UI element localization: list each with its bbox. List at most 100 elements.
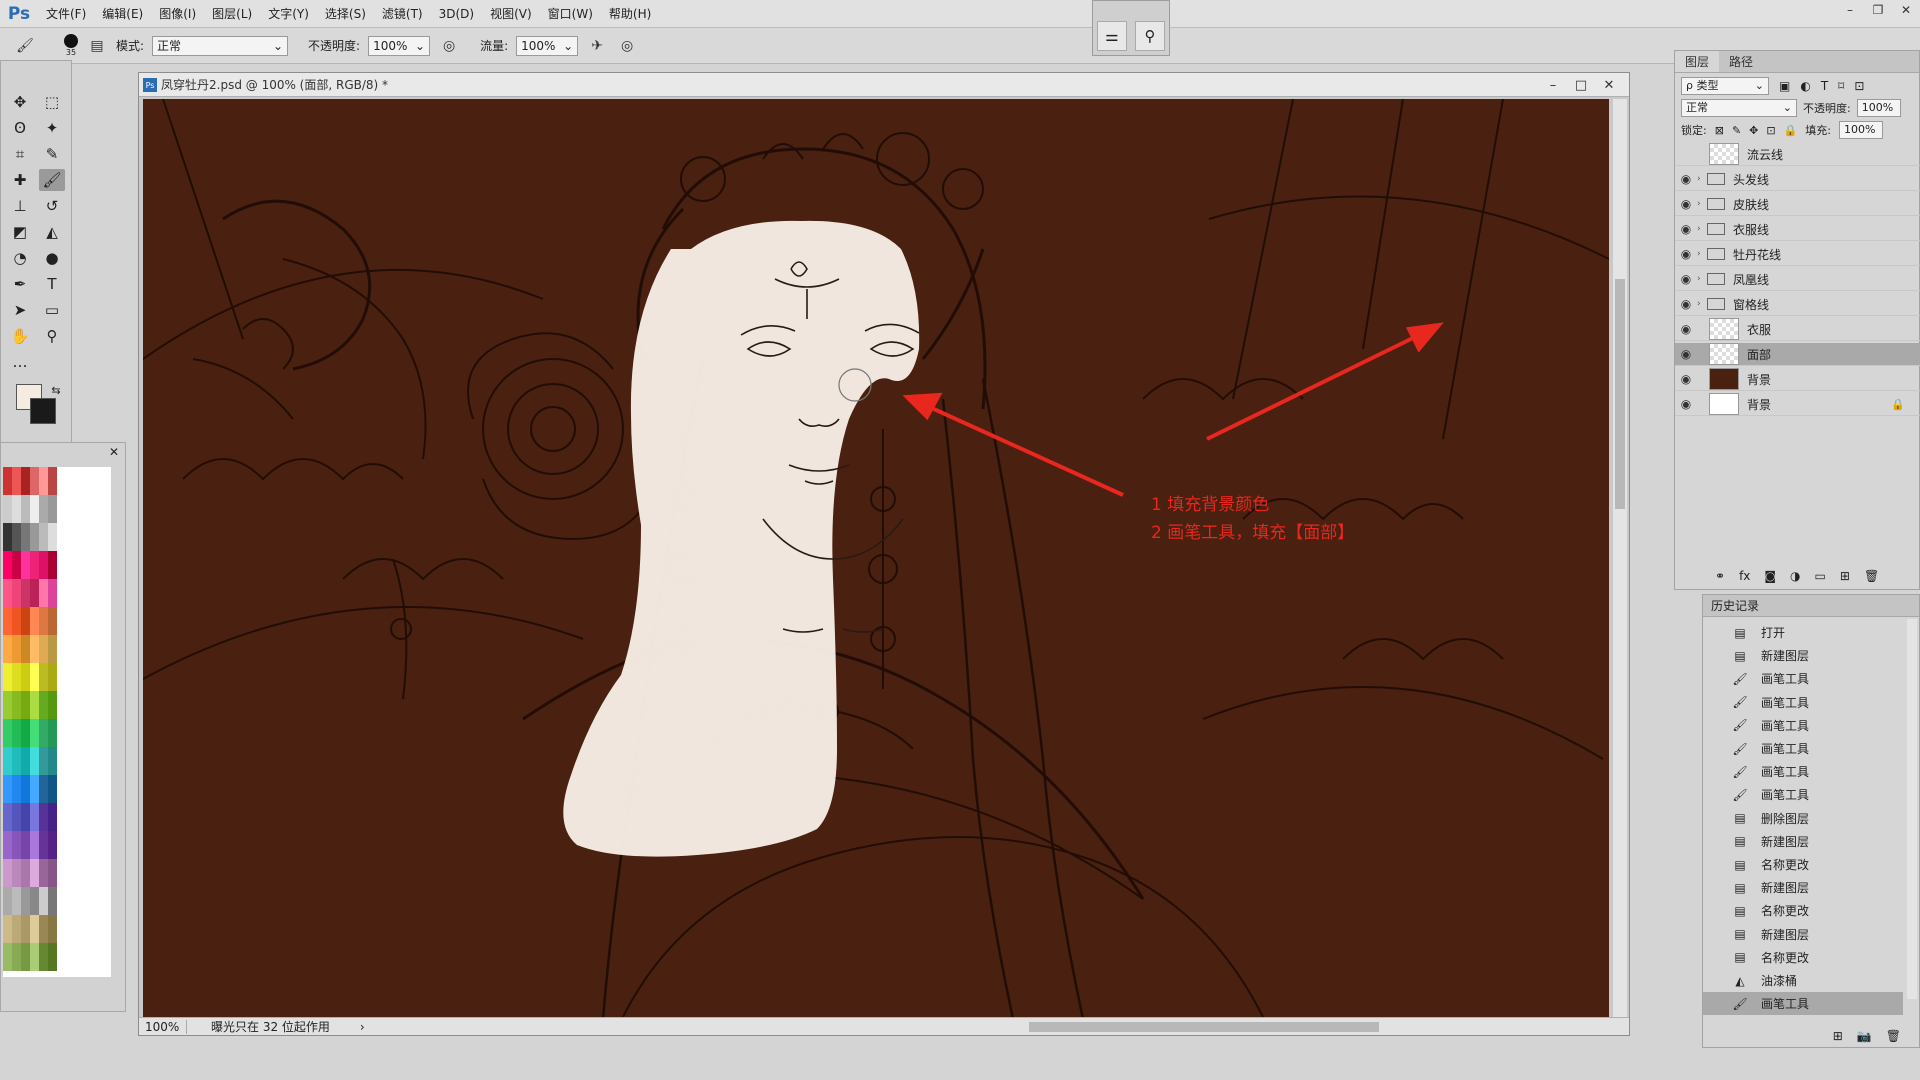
pressure-size-icon[interactable]: ◎ xyxy=(616,35,638,57)
color-swatch[interactable] xyxy=(48,803,57,831)
color-swatch[interactable] xyxy=(3,691,12,719)
color-swatch[interactable] xyxy=(3,775,12,803)
color-swatch[interactable] xyxy=(48,747,57,775)
expand-arrow-icon[interactable]: › xyxy=(1697,224,1707,234)
color-swatch[interactable] xyxy=(3,551,12,579)
expand-arrow-icon[interactable]: › xyxy=(1697,299,1707,309)
color-swatch[interactable] xyxy=(21,943,30,971)
layer-filter-select[interactable]: ρ 类型 ⌄ xyxy=(1681,77,1769,95)
layer-row[interactable]: ◉ › 窗格线 xyxy=(1675,293,1920,316)
color-swatch[interactable] xyxy=(21,859,30,887)
color-swatch[interactable] xyxy=(30,607,39,635)
type-filter-icon[interactable]: T xyxy=(1821,79,1828,93)
zoom-tool-icon[interactable]: ⚲ xyxy=(39,325,65,347)
color-swatch[interactable] xyxy=(39,495,48,523)
history-brush-icon[interactable]: ↺ xyxy=(39,195,65,217)
color-swatch[interactable] xyxy=(48,523,57,551)
color-swatch[interactable] xyxy=(21,747,30,775)
document-tab[interactable]: Ps 凤穿牡丹2.psd @ 100% (面部, RGB/8) * – □ ✕ xyxy=(139,73,1629,97)
color-swatch[interactable] xyxy=(39,943,48,971)
brush-tool-icon[interactable]: 🖌 xyxy=(39,169,65,191)
color-swatch[interactable] xyxy=(39,775,48,803)
color-swatch[interactable] xyxy=(48,943,57,971)
adjustment-filter-icon[interactable]: ◐ xyxy=(1800,79,1810,93)
stamp-tool-icon[interactable]: ⊥ xyxy=(7,195,33,217)
history-item[interactable]: 🖌 画笔工具 xyxy=(1703,691,1903,714)
color-swatch[interactable] xyxy=(3,831,12,859)
color-swatch[interactable] xyxy=(12,775,21,803)
color-swatch[interactable] xyxy=(30,719,39,747)
rectangle-tool-icon[interactable]: ▭ xyxy=(39,299,65,321)
color-swatch[interactable] xyxy=(48,663,57,691)
shape-filter-icon[interactable]: ⌑ xyxy=(1838,79,1844,93)
color-swatch[interactable] xyxy=(12,831,21,859)
color-swatch[interactable] xyxy=(39,915,48,943)
color-swatch[interactable] xyxy=(30,747,39,775)
airbrush-icon[interactable]: ✈ xyxy=(586,35,608,57)
history-item[interactable]: 🖌 画笔工具 xyxy=(1703,783,1903,806)
link-layers-icon[interactable]: ⚭ xyxy=(1715,569,1725,583)
color-swatch[interactable] xyxy=(12,887,21,915)
snapshot-icon[interactable]: 📷 xyxy=(1857,1029,1872,1043)
lasso-tool-icon[interactable]: ʘ xyxy=(7,117,33,139)
color-swatch[interactable] xyxy=(39,747,48,775)
type-tool-icon[interactable]: T xyxy=(39,273,65,295)
lock-all-icon[interactable]: 🔒 xyxy=(1784,124,1798,137)
menu-item-4[interactable]: 文字(Y) xyxy=(260,0,317,28)
marquee-tool-icon[interactable]: ⬚ xyxy=(39,91,65,113)
smart-object-filter-icon[interactable]: ⊡ xyxy=(1854,79,1864,93)
color-swatch[interactable] xyxy=(12,859,21,887)
color-swatch[interactable] xyxy=(12,467,21,495)
trash-icon[interactable]: 🗑 xyxy=(1864,569,1879,583)
close-icon[interactable]: ✕ xyxy=(109,445,119,459)
color-swatch[interactable] xyxy=(48,635,57,663)
eyedropper-icon[interactable]: ✎ xyxy=(39,143,65,165)
history-item[interactable]: ▤ 新建图层 xyxy=(1703,644,1903,667)
color-swatch[interactable] xyxy=(39,719,48,747)
minimize-icon[interactable]: – xyxy=(1541,75,1565,95)
new-document-from-state-icon[interactable]: ⊞ xyxy=(1833,1029,1843,1043)
color-swatch[interactable] xyxy=(12,495,21,523)
visibility-eye-icon[interactable]: ◉ xyxy=(1675,322,1697,336)
scroll-thumb[interactable] xyxy=(1615,279,1625,509)
trash-icon[interactable]: 🗑 xyxy=(1886,1029,1901,1043)
adjustment-layer-icon[interactable]: ◑ xyxy=(1790,569,1800,583)
color-swatch[interactable] xyxy=(3,943,12,971)
color-swatch[interactable] xyxy=(12,635,21,663)
history-item[interactable]: ▤ 名称更改 xyxy=(1703,853,1903,876)
color-swatch[interactable] xyxy=(12,551,21,579)
color-swatch[interactable] xyxy=(30,803,39,831)
pen-tool-icon[interactable]: ✒ xyxy=(7,273,33,295)
color-swatch[interactable] xyxy=(39,859,48,887)
color-swatch[interactable] xyxy=(21,915,30,943)
artwork-canvas[interactable]: 1 填充背景颜色 2 画笔工具，填充【面部】 xyxy=(143,99,1609,1017)
history-item[interactable]: ▤ 名称更改 xyxy=(1703,946,1903,969)
color-swatch[interactable] xyxy=(3,495,12,523)
color-swatch[interactable] xyxy=(21,467,30,495)
color-swatch[interactable] xyxy=(21,775,30,803)
eraser-tool-icon[interactable]: ◩ xyxy=(7,221,33,243)
visibility-eye-icon[interactable]: ◉ xyxy=(1675,222,1697,236)
color-swatch[interactable] xyxy=(3,915,12,943)
menu-item-5[interactable]: 选择(S) xyxy=(317,0,374,28)
hand-tool-icon[interactable]: ✋ xyxy=(7,325,33,347)
visibility-eye-icon[interactable]: ◉ xyxy=(1675,397,1697,411)
expand-arrow-icon[interactable]: › xyxy=(1697,199,1707,209)
color-swatch[interactable] xyxy=(21,719,30,747)
color-swatch[interactable] xyxy=(30,775,39,803)
menu-item-7[interactable]: 3D(D) xyxy=(431,0,482,28)
color-swatch[interactable] xyxy=(48,495,57,523)
zoom-level[interactable]: 100% xyxy=(139,1019,187,1034)
color-swatch[interactable] xyxy=(21,831,30,859)
paint-bucket-icon[interactable]: ◭ xyxy=(39,221,65,243)
lock-artboard-icon[interactable]: ⊡ xyxy=(1766,124,1775,137)
fx-icon[interactable]: fx xyxy=(1739,569,1750,583)
brush-presets-icon[interactable]: ⚲ xyxy=(1135,21,1165,51)
color-swatch[interactable] xyxy=(39,663,48,691)
color-swatch[interactable] xyxy=(39,523,48,551)
visibility-eye-icon[interactable]: ◉ xyxy=(1675,247,1697,261)
color-swatch[interactable] xyxy=(30,495,39,523)
history-item[interactable]: 🖌 画笔工具 xyxy=(1703,667,1903,690)
lock-pixels-icon[interactable]: ✎ xyxy=(1732,124,1741,137)
history-item[interactable]: ▤ 删除图层 xyxy=(1703,807,1903,830)
